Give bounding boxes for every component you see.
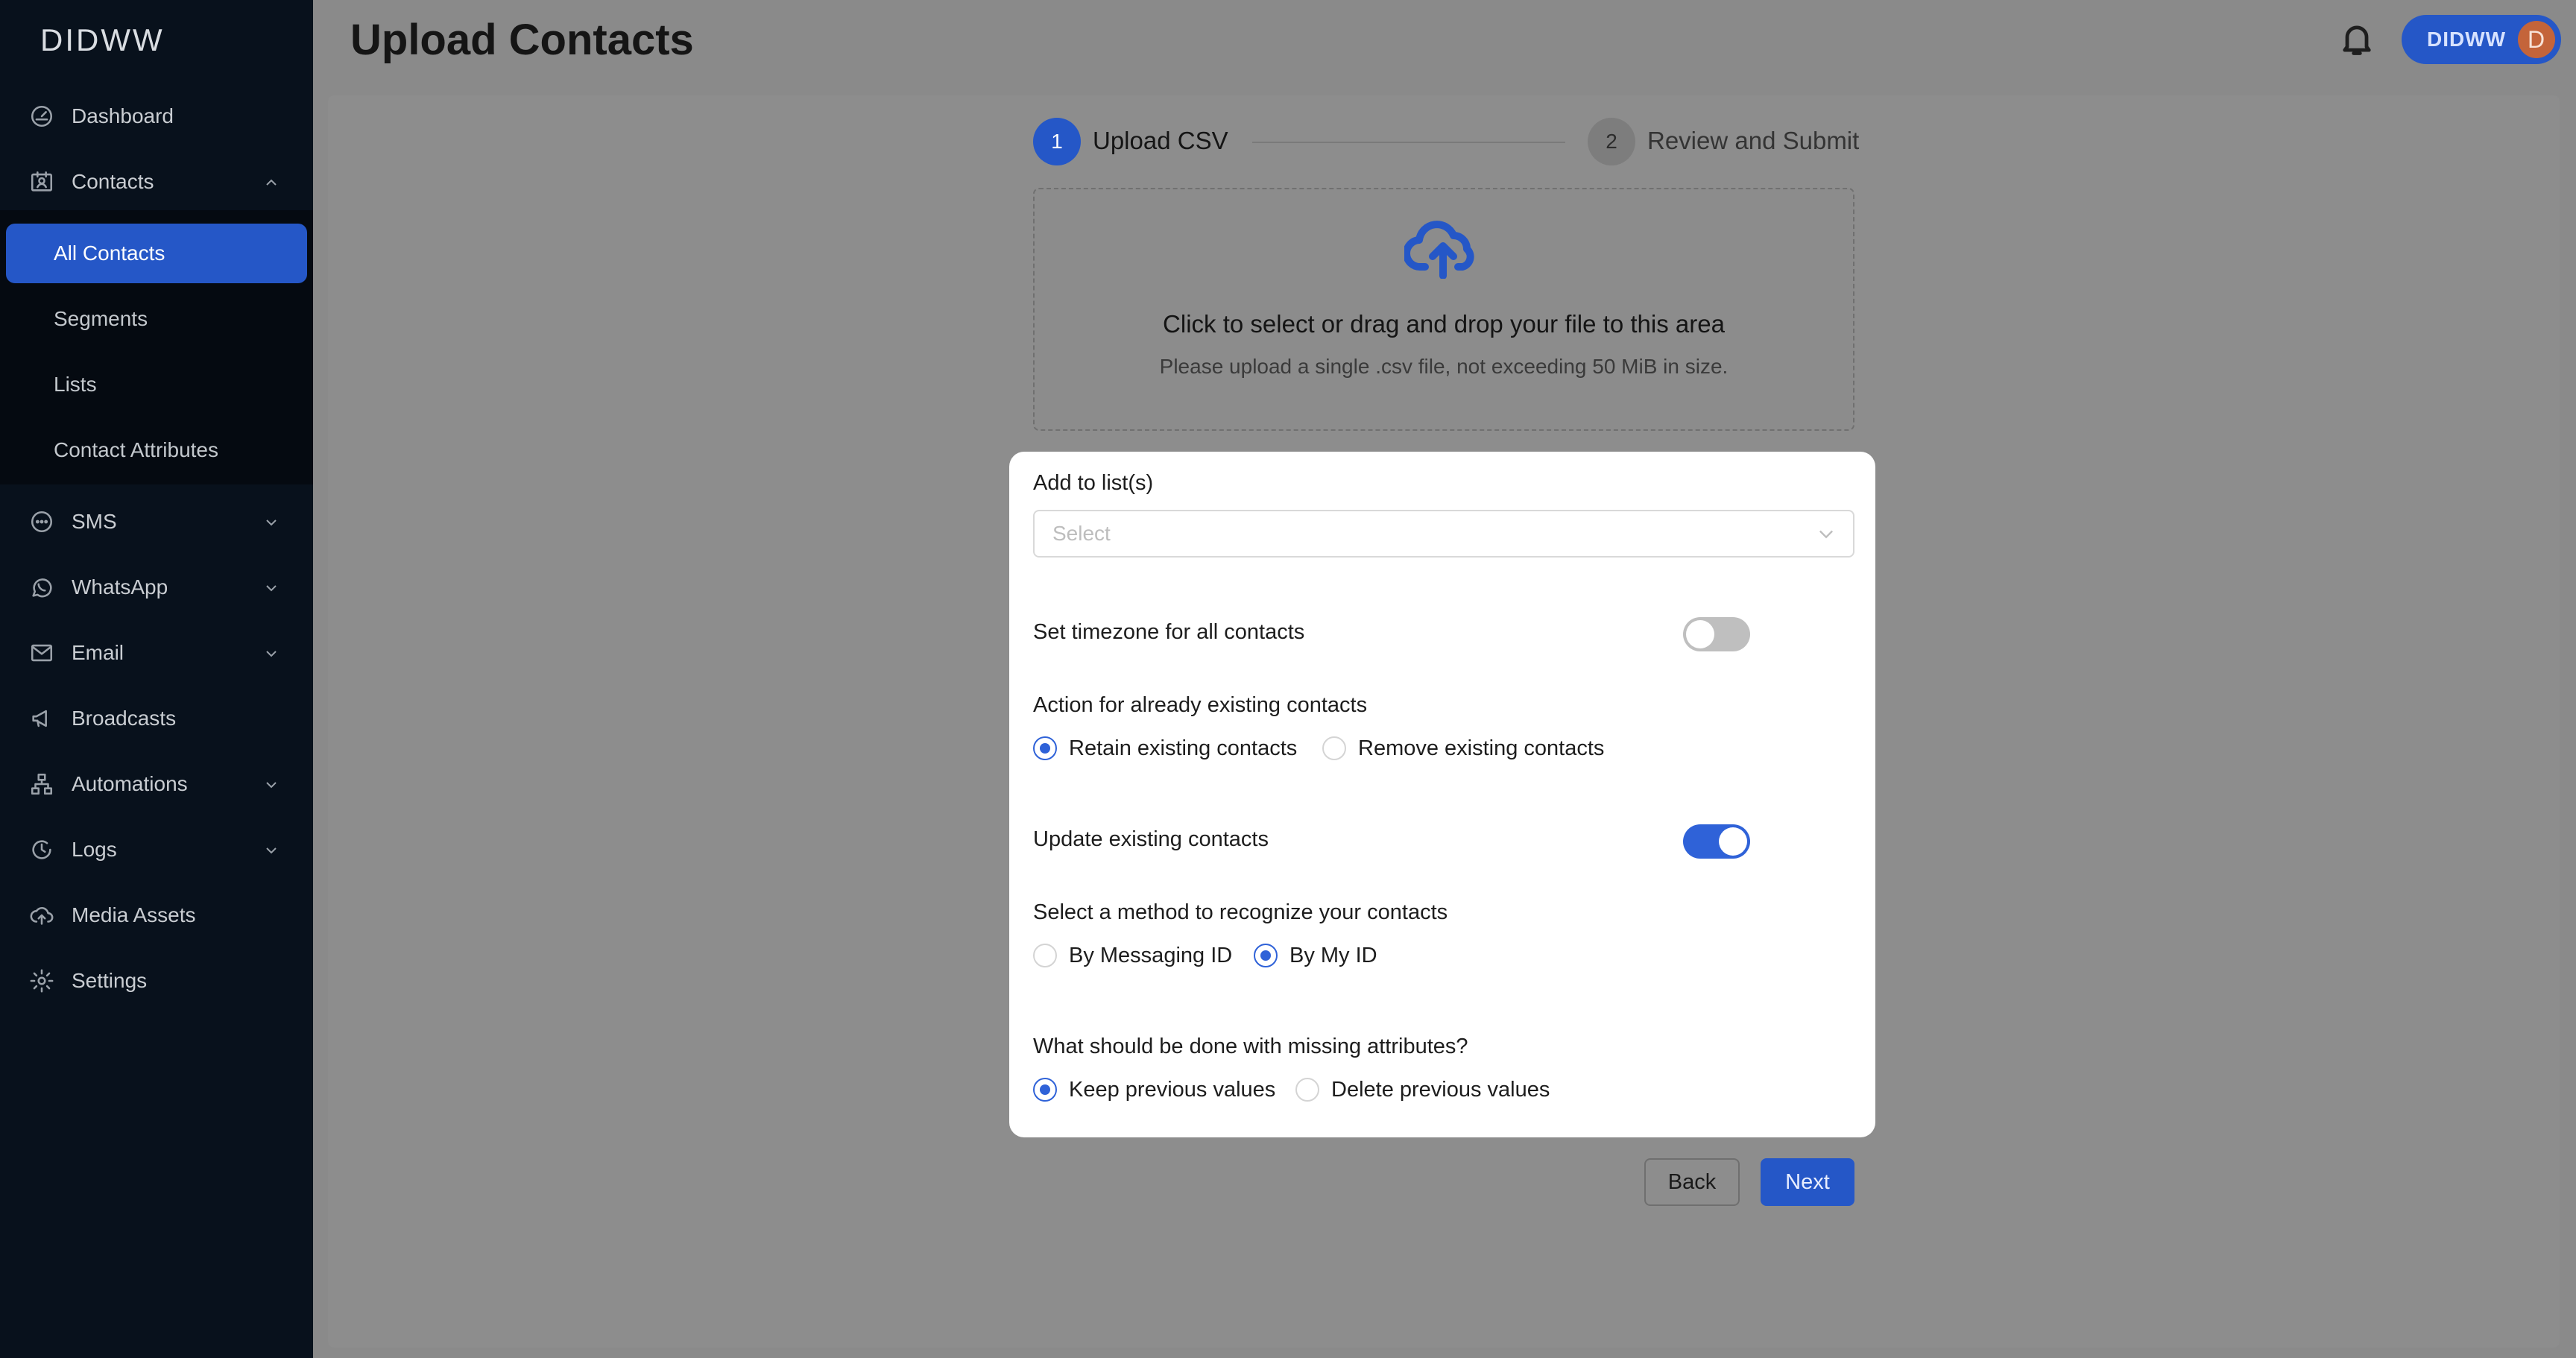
sidebar-subitem-all-contacts[interactable]: All Contacts (6, 224, 307, 283)
step-2-label: Review and Submit (1647, 127, 1860, 154)
contacts-icon (28, 168, 55, 195)
missing-attributes-label: What should be done with missing attribu… (1033, 1035, 1468, 1058)
cloud-upload-icon (1402, 216, 1482, 280)
sidebar-item-label: Automations (72, 772, 188, 795)
sidebar-item-label: Dashboard (72, 104, 174, 127)
select-placeholder: Select (1052, 522, 1111, 545)
dashboard-icon (28, 103, 55, 130)
bell-icon[interactable] (2337, 19, 2376, 58)
timezone-toggle[interactable] (1683, 617, 1750, 651)
existing-action-label: Action for already existing contacts (1033, 693, 1368, 717)
toggle-knob (1686, 620, 1714, 648)
logo: DIDWW (40, 22, 165, 57)
sidebar-item-label: Broadcasts (72, 707, 177, 730)
dropzone-title: Click to select or drag and drop your fi… (1163, 310, 1725, 338)
next-button[interactable]: Next (1761, 1158, 1854, 1206)
sidebar-item-sms[interactable]: SMS (0, 499, 313, 544)
sidebar-item-logs[interactable]: Logs (0, 827, 313, 872)
sidebar-item-automations[interactable]: Automations (0, 762, 313, 806)
by-messaging-id-radio[interactable] (1033, 944, 1057, 967)
by-my-id-label[interactable]: By My ID (1289, 944, 1377, 968)
sidebar-subitem-contact-attributes[interactable]: Contact Attributes (6, 420, 307, 480)
add-to-list-select[interactable]: Select (1033, 510, 1854, 558)
toggle-knob (1719, 827, 1747, 856)
user-label: DIDWW (2427, 28, 2507, 51)
sidebar: DIDWW Dashboard Contacts All Contacts Se… (0, 0, 313, 1358)
sidebar-item-label: Contacts (72, 170, 154, 193)
step-connector (1252, 142, 1565, 143)
dropzone-hint: Please upload a single .csv file, not ex… (1159, 355, 1729, 378)
add-to-list-label: Add to list(s) (1033, 471, 1154, 495)
email-icon (28, 639, 55, 666)
chevron-down-icon (1816, 523, 1837, 544)
keep-previous-label[interactable]: Keep previous values (1069, 1078, 1275, 1102)
chevron-down-icon (262, 513, 280, 531)
sidebar-item-label: Logs (72, 838, 117, 861)
sidebar-item-dashboard[interactable]: Dashboard (0, 94, 313, 139)
avatar: D (2518, 21, 2555, 58)
remove-existing-label[interactable]: Remove existing contacts (1358, 736, 1604, 761)
step-2-number: 2 (1588, 118, 1635, 165)
header: Upload Contacts DIDWW D (313, 0, 2576, 79)
sidebar-item-settings[interactable]: Settings (0, 959, 313, 1003)
page-title: Upload Contacts (350, 16, 694, 64)
update-existing-label: Update existing contacts (1033, 827, 1269, 851)
timezone-label: Set timezone for all contacts (1033, 620, 1305, 644)
automations-icon (28, 771, 55, 798)
sidebar-item-email[interactable]: Email (0, 631, 313, 675)
remove-existing-radio[interactable] (1322, 736, 1346, 760)
update-existing-toggle[interactable] (1683, 824, 1750, 859)
sidebar-item-label: WhatsApp (72, 575, 168, 599)
back-button[interactable]: Back (1644, 1158, 1740, 1206)
by-messaging-id-label[interactable]: By Messaging ID (1069, 944, 1232, 968)
sidebar-item-label: Email (72, 641, 124, 664)
keep-previous-radio[interactable] (1033, 1078, 1057, 1102)
method-label: Select a method to recognize your contac… (1033, 900, 1448, 924)
retain-existing-radio[interactable] (1033, 736, 1057, 760)
by-my-id-radio[interactable] (1254, 944, 1278, 967)
whatsapp-icon (28, 574, 55, 601)
gear-icon (28, 967, 55, 994)
step-1-number: 1 (1033, 118, 1081, 165)
logs-icon (28, 836, 55, 863)
sidebar-item-label: SMS (72, 510, 117, 533)
sidebar-item-label: Settings (72, 969, 148, 992)
retain-existing-label[interactable]: Retain existing contacts (1069, 736, 1297, 761)
user-menu-button[interactable]: DIDWW D (2402, 15, 2561, 64)
contacts-submenu: All Contacts Segments Lists Contact Attr… (0, 210, 313, 484)
sidebar-subitem-segments[interactable]: Segments (6, 289, 307, 349)
delete-previous-label[interactable]: Delete previous values (1331, 1078, 1550, 1102)
delete-previous-radio[interactable] (1295, 1078, 1319, 1102)
cloud-upload-icon (28, 902, 55, 929)
sidebar-item-whatsapp[interactable]: WhatsApp (0, 565, 313, 610)
sidebar-item-media-assets[interactable]: Media Assets (0, 893, 313, 938)
sidebar-subitem-lists[interactable]: Lists (6, 355, 307, 414)
sidebar-item-label: Media Assets (72, 903, 196, 926)
chevron-down-icon (262, 841, 280, 859)
chevron-down-icon (262, 644, 280, 662)
chevron-down-icon (262, 775, 280, 793)
chevron-down-icon (262, 578, 280, 596)
sms-icon (28, 508, 55, 535)
broadcast-icon (28, 705, 55, 732)
step-1-label: Upload CSV (1093, 127, 1228, 154)
sidebar-item-broadcasts[interactable]: Broadcasts (0, 696, 313, 741)
sidebar-item-contacts[interactable]: Contacts (0, 160, 313, 204)
chevron-up-icon (262, 173, 280, 191)
